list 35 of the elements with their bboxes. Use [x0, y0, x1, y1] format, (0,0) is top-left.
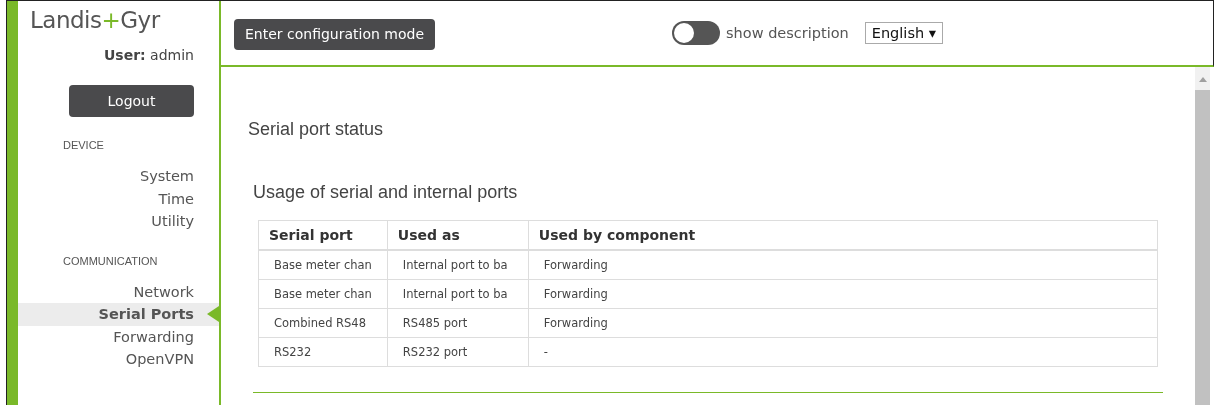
table-cell: RS232: [258, 337, 388, 367]
nav-item[interactable]: System: [18, 165, 219, 188]
user-label: User: admin: [103, 47, 194, 63]
nav-item[interactable]: Serial Ports: [18, 303, 219, 326]
nav-item[interactable]: Forwarding: [18, 325, 219, 348]
page-title: Serial port status: [248, 119, 385, 140]
column-header: Used as: [387, 220, 529, 250]
scrollbar[interactable]: [1195, 67, 1210, 405]
table-cell: Forwarding: [528, 279, 1158, 309]
toggle-switch[interactable]: [672, 21, 721, 45]
column-header: Used by component: [528, 220, 1158, 250]
nav-item[interactable]: Utility: [18, 210, 219, 233]
section-title: Usage of serial and internal ports: [253, 182, 519, 203]
nav-item[interactable]: Time: [18, 187, 219, 210]
table-cell: Base meter chan: [258, 250, 388, 280]
config-mode-button[interactable]: Enter configuration mode: [234, 18, 436, 50]
logo: Landis+Gyr: [30, 7, 160, 33]
table-cell: Forwarding: [528, 250, 1158, 280]
table-cell: Combined RS48: [258, 308, 388, 338]
nav-heading: DEVICE: [63, 139, 104, 151]
table-cell: Forwarding: [528, 308, 1158, 338]
column-header: Serial port: [258, 220, 388, 250]
table-cell: RS232 port: [387, 337, 529, 367]
table-cell: RS485 port: [387, 308, 529, 338]
nav-item[interactable]: OpenVPN: [18, 348, 219, 371]
table-cell: Internal port to ba: [387, 250, 529, 280]
language-select[interactable]: English ▾: [864, 22, 943, 44]
table-cell: Internal port to ba: [387, 279, 529, 309]
nav-heading: COMMUNICATION: [63, 254, 158, 267]
scroll-up-icon[interactable]: [1198, 77, 1207, 82]
toggle-label: show description: [726, 25, 849, 41]
logout-button[interactable]: Logout: [69, 85, 194, 117]
table-cell: -: [528, 337, 1158, 367]
table-cell: Base meter chan: [258, 279, 388, 309]
nav-item[interactable]: Network: [18, 280, 219, 303]
